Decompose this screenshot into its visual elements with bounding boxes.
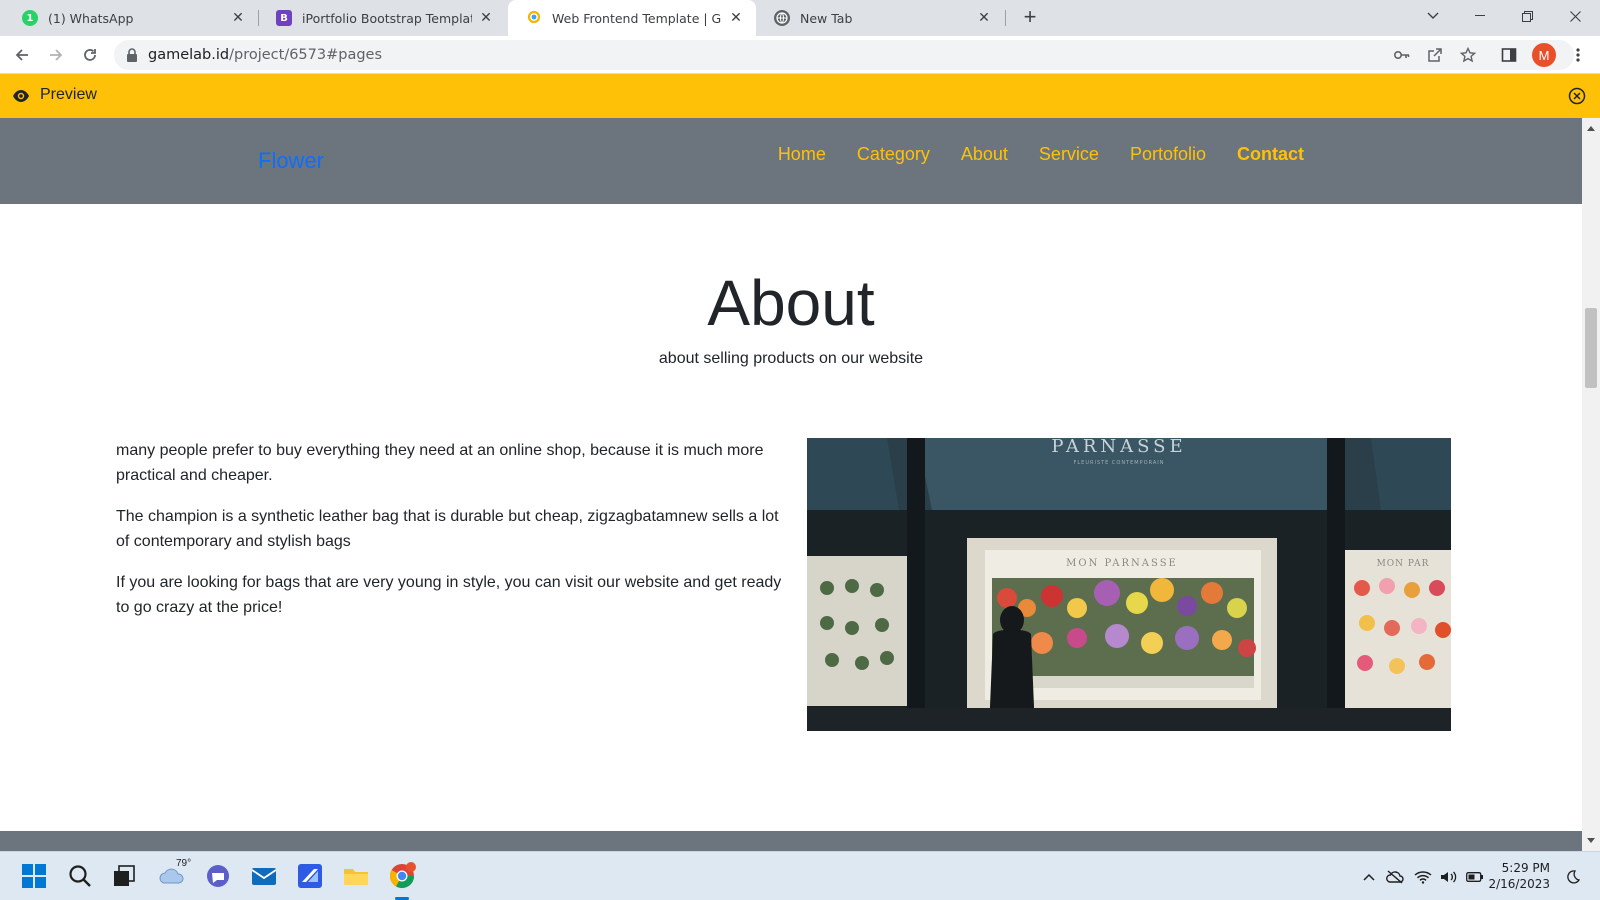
scroll-down-arrow[interactable]	[1587, 838, 1595, 843]
windows-start-icon[interactable]	[18, 860, 50, 892]
about-paragraph: If you are looking for bags that are ver…	[116, 574, 782, 616]
lock-icon[interactable]	[126, 48, 138, 62]
side-panel-icon[interactable]	[1498, 44, 1520, 66]
browser-tab-strip: 1 (1) WhatsApp ✕ B iPortfolio Bootstrap …	[0, 0, 1600, 36]
show-hidden-icons-chevron-icon[interactable]	[1360, 868, 1378, 886]
focus-moon-icon[interactable]	[1564, 868, 1582, 886]
nav-portofolio[interactable]: Portofolio	[1130, 144, 1206, 165]
nav-links: Home Category About Service Portofolio C…	[778, 144, 1304, 165]
clock-date: 2/16/2023	[1488, 877, 1550, 891]
back-button[interactable]	[9, 42, 35, 68]
page-viewport: Flower Home Category About Service Porto…	[0, 118, 1582, 851]
onedrive-off-icon[interactable]	[1386, 868, 1404, 886]
close-icon[interactable]: ✕	[728, 10, 744, 26]
svg-text:MON PAR: MON PAR	[1377, 559, 1430, 569]
key-icon[interactable]	[1391, 44, 1413, 66]
footer-strip	[0, 831, 1582, 851]
windows-taskbar: 79° 5:29 PM 2/16/2023	[0, 851, 1600, 900]
site-navbar: Flower Home Category About Service Porto…	[0, 118, 1582, 204]
gamelab-icon	[526, 10, 542, 26]
bootstrap-icon: B	[276, 10, 292, 26]
menu-icon[interactable]	[1567, 44, 1589, 66]
close-icon[interactable]: ✕	[230, 10, 246, 26]
preview-bar: Preview	[0, 74, 1600, 118]
volume-icon[interactable]	[1440, 868, 1458, 886]
page-scrollbar[interactable]	[1582, 118, 1600, 851]
vscode-icon[interactable]	[294, 860, 326, 892]
tab-iportfolio[interactable]: B iPortfolio Bootstrap Template - In ✕	[258, 0, 506, 36]
globe-icon	[774, 10, 790, 26]
tab-whatsapp[interactable]: 1 (1) WhatsApp ✕	[4, 0, 258, 36]
close-preview-icon[interactable]	[1568, 87, 1586, 105]
tab-title: Web Frontend Template | Gamela	[552, 10, 722, 26]
nav-home[interactable]: Home	[778, 144, 826, 165]
flower-shop-image: PARNASSE FLEURISTE CONTEMPORAIN MON PARN…	[807, 438, 1451, 731]
tab-title: iPortfolio Bootstrap Template - In	[302, 10, 472, 26]
close-icon[interactable]: ✕	[976, 10, 992, 26]
battery-icon[interactable]	[1466, 868, 1484, 886]
brand-logo[interactable]: Flower	[258, 148, 324, 174]
about-subtitle: about selling products on our website	[658, 350, 924, 367]
nav-category[interactable]: Category	[857, 144, 930, 165]
tab-gamelab[interactable]: Web Frontend Template | Gamela ✕	[508, 0, 756, 36]
close-icon[interactable]: ✕	[478, 10, 494, 26]
tab-title: New Tab	[800, 10, 853, 26]
tab-title: (1) WhatsApp	[48, 10, 134, 26]
scroll-up-arrow[interactable]	[1587, 126, 1595, 131]
share-icon[interactable]	[1424, 44, 1446, 66]
wifi-icon[interactable]	[1414, 868, 1432, 886]
nav-service[interactable]: Service	[1039, 144, 1099, 165]
forward-button[interactable]	[43, 42, 69, 68]
file-explorer-icon[interactable]	[340, 860, 372, 892]
tab-search-icon[interactable]	[1410, 0, 1456, 32]
mail-icon[interactable]	[248, 860, 280, 892]
teams-chat-icon[interactable]	[202, 860, 234, 892]
nav-contact[interactable]: Contact	[1237, 144, 1304, 165]
browser-toolbar: gamelab.id/project/6573#pages	[0, 36, 1600, 74]
reload-button[interactable]	[77, 42, 103, 68]
bookmark-star-icon[interactable]	[1457, 44, 1479, 66]
url-text: gamelab.id/project/6573#pages	[148, 47, 383, 63]
preview-label: Preview	[40, 86, 97, 103]
svg-text:MON PARNASSE: MON PARNASSE	[1066, 558, 1178, 569]
tab-new-tab[interactable]: New Tab ✕	[756, 0, 1004, 36]
search-icon[interactable]	[64, 860, 96, 892]
address-bar[interactable]: gamelab.id/project/6573#pages	[114, 40, 1574, 70]
scrollbar-thumb[interactable]	[1585, 308, 1597, 388]
minimize-button[interactable]	[1457, 0, 1503, 32]
about-paragraph: many people prefer to buy everything the…	[116, 442, 764, 484]
profile-avatar[interactable]: M	[1532, 43, 1556, 67]
svg-text:PARNASSE: PARNASSE	[1051, 438, 1186, 457]
restore-button[interactable]	[1504, 0, 1550, 32]
svg-text:FLEURISTE CONTEMPORAIN: FLEURISTE CONTEMPORAIN	[1074, 460, 1165, 466]
task-view-icon[interactable]	[108, 860, 140, 892]
weather-temp: 79°	[176, 858, 192, 869]
about-text-column: many people prefer to buy everything the…	[116, 438, 796, 636]
new-tab-button[interactable]: +	[1016, 4, 1044, 32]
close-window-button[interactable]	[1552, 0, 1598, 32]
chrome-icon[interactable]	[386, 860, 418, 892]
system-clock[interactable]: 5:29 PM 2/16/2023	[1488, 860, 1550, 892]
whatsapp-icon: 1	[22, 10, 38, 26]
eye-icon	[13, 90, 29, 102]
nav-about[interactable]: About	[961, 144, 1008, 165]
about-heading: About	[707, 267, 875, 339]
about-paragraph: The champion is a synthetic leather bag …	[116, 508, 779, 550]
clock-time: 5:29 PM	[1501, 861, 1550, 875]
